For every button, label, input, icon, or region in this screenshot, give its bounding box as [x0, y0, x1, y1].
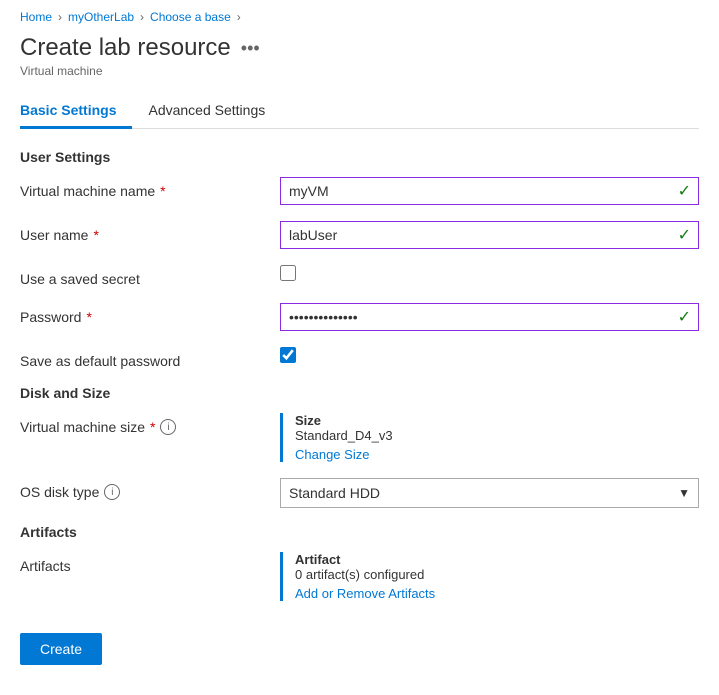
disk-size-header: Disk and Size — [20, 385, 699, 401]
user-settings-header: User Settings — [20, 149, 699, 165]
saved-secret-label: Use a saved secret — [20, 265, 280, 287]
breadcrumb-separator-1: › — [58, 10, 62, 24]
os-disk-control: Standard HDD Standard SSD Premium SSD ▼ — [280, 478, 699, 508]
vm-size-control: Size Standard_D4_v3 Change Size — [280, 413, 699, 462]
default-password-row: Save as default password — [20, 347, 699, 369]
user-name-checkmark: ✓ — [678, 225, 691, 245]
breadcrumb-separator-2: › — [140, 10, 144, 24]
vm-name-row: Virtual machine name * ✓ — [20, 177, 699, 205]
password-row: Password * ✓ — [20, 303, 699, 331]
breadcrumb-current: Choose a base — [150, 10, 231, 24]
artifacts-row: Artifacts Artifact 0 artifact(s) configu… — [20, 552, 699, 601]
password-checkmark: ✓ — [678, 307, 691, 327]
password-control: ✓ — [280, 303, 699, 331]
os-disk-select[interactable]: Standard HDD Standard SSD Premium SSD — [281, 479, 698, 507]
size-heading: Size — [295, 413, 699, 428]
vm-name-control: ✓ — [280, 177, 699, 205]
more-options-icon[interactable]: ••• — [241, 38, 260, 59]
artifact-block: Artifact 0 artifact(s) configured Add or… — [280, 552, 699, 601]
vm-size-row: Virtual machine size * i Size Standard_D… — [20, 413, 699, 462]
vm-name-checkmark: ✓ — [678, 181, 691, 201]
saved-secret-row: Use a saved secret — [20, 265, 699, 287]
user-name-label: User name * — [20, 221, 280, 243]
vm-name-input[interactable] — [280, 177, 699, 205]
page-header: Create lab resource ••• — [20, 34, 699, 62]
tabs-container: Basic Settings Advanced Settings — [20, 94, 699, 129]
artifacts-control: Artifact 0 artifact(s) configured Add or… — [280, 552, 699, 601]
artifacts-section-header: Artifacts — [20, 524, 699, 540]
artifact-heading: Artifact — [295, 552, 699, 567]
os-disk-select-wrap: Standard HDD Standard SSD Premium SSD ▼ — [280, 478, 699, 508]
create-button[interactable]: Create — [20, 633, 102, 665]
default-password-control — [280, 347, 699, 363]
vm-size-required: * — [150, 419, 155, 435]
vm-name-label: Virtual machine name * — [20, 177, 280, 199]
breadcrumb-home[interactable]: Home — [20, 10, 52, 24]
vm-size-info-icon[interactable]: i — [160, 419, 176, 435]
artifact-count: 0 artifact(s) configured — [295, 567, 699, 582]
os-disk-row: OS disk type i Standard HDD Standard SSD… — [20, 478, 699, 508]
page-subtitle: Virtual machine — [20, 64, 699, 78]
password-required: * — [86, 309, 91, 325]
user-name-input-wrapper: ✓ — [280, 221, 699, 249]
tab-advanced-settings[interactable]: Advanced Settings — [148, 94, 281, 129]
vm-name-required: * — [160, 183, 165, 199]
vm-name-input-wrapper: ✓ — [280, 177, 699, 205]
default-password-checkbox[interactable] — [280, 347, 296, 363]
saved-secret-checkbox[interactable] — [280, 265, 296, 281]
password-input-wrapper: ✓ — [280, 303, 699, 331]
default-password-label: Save as default password — [20, 347, 280, 369]
breadcrumb: Home › myOtherLab › Choose a base › — [20, 10, 699, 24]
change-size-link[interactable]: Change Size — [295, 447, 699, 462]
page-title: Create lab resource — [20, 34, 231, 62]
add-remove-artifacts-link[interactable]: Add or Remove Artifacts — [295, 586, 699, 601]
password-label: Password * — [20, 303, 280, 325]
tab-basic-settings[interactable]: Basic Settings — [20, 94, 132, 129]
artifacts-label: Artifacts — [20, 552, 280, 574]
user-name-input[interactable] — [280, 221, 699, 249]
os-disk-info-icon[interactable]: i — [104, 484, 120, 500]
vm-size-block: Size Standard_D4_v3 Change Size — [280, 413, 699, 462]
user-name-control: ✓ — [280, 221, 699, 249]
vm-size-label: Virtual machine size * i — [20, 413, 280, 435]
breadcrumb-separator-3: › — [237, 10, 241, 24]
password-input[interactable] — [280, 303, 699, 331]
breadcrumb-lab[interactable]: myOtherLab — [68, 10, 134, 24]
os-disk-label: OS disk type i — [20, 478, 280, 500]
size-value: Standard_D4_v3 — [295, 428, 699, 443]
saved-secret-control — [280, 265, 699, 281]
user-name-row: User name * ✓ — [20, 221, 699, 249]
user-name-required: * — [93, 227, 98, 243]
